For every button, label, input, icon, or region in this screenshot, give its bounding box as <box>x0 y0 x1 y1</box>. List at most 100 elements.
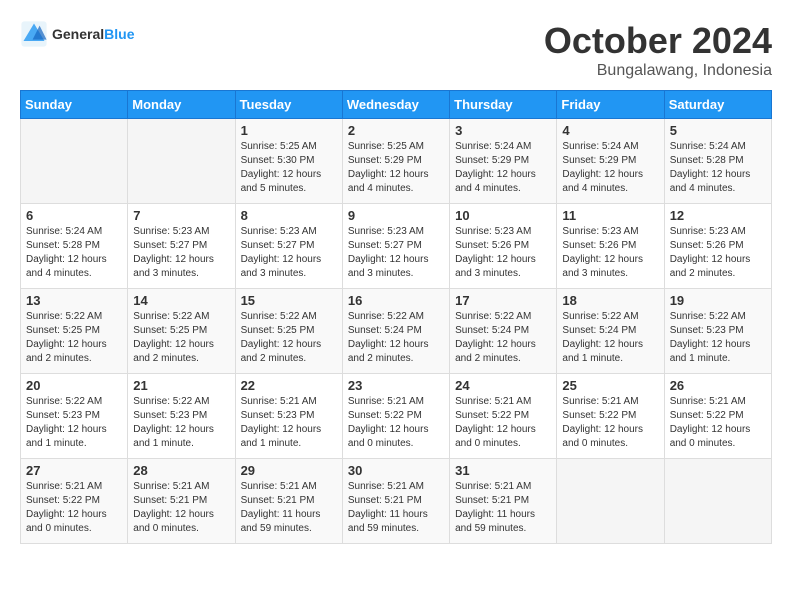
logo: GeneralBlue <box>20 20 134 48</box>
cell-content: Sunrise: 5:24 AM Sunset: 5:29 PM Dayligh… <box>562 140 658 196</box>
cell-content: Sunrise: 5:22 AM Sunset: 5:24 PM Dayligh… <box>562 310 658 366</box>
logo-icon <box>20 20 48 48</box>
cell-content: Sunrise: 5:21 AM Sunset: 5:23 PM Dayligh… <box>241 395 337 451</box>
day-number: 2 <box>348 123 444 138</box>
day-number: 28 <box>133 463 229 478</box>
calendar-header-row: SundayMondayTuesdayWednesdayThursdayFrid… <box>21 91 772 119</box>
page-header: GeneralBlue October 2024 Bungalawang, In… <box>20 20 772 80</box>
day-number: 6 <box>26 208 122 223</box>
day-number: 19 <box>670 293 766 308</box>
calendar-cell: 18 Sunrise: 5:22 AM Sunset: 5:24 PM Dayli… <box>557 289 664 374</box>
day-number: 29 <box>241 463 337 478</box>
cell-content: Sunrise: 5:22 AM Sunset: 5:25 PM Dayligh… <box>133 310 229 366</box>
calendar-cell: 28 Sunrise: 5:21 AM Sunset: 5:21 PM Dayli… <box>128 459 235 544</box>
calendar-cell: 9 Sunrise: 5:23 AM Sunset: 5:27 PM Daylig… <box>342 204 449 289</box>
cell-content: Sunrise: 5:21 AM Sunset: 5:22 PM Dayligh… <box>348 395 444 451</box>
day-number: 30 <box>348 463 444 478</box>
day-number: 26 <box>670 378 766 393</box>
calendar-cell: 4 Sunrise: 5:24 AM Sunset: 5:29 PM Daylig… <box>557 119 664 204</box>
calendar-cell: 3 Sunrise: 5:24 AM Sunset: 5:29 PM Daylig… <box>450 119 557 204</box>
day-number: 20 <box>26 378 122 393</box>
day-number: 5 <box>670 123 766 138</box>
day-of-week-header: Wednesday <box>342 91 449 119</box>
calendar-cell: 24Sunrise: 5:21 AM Sunset: 5:22 PM Dayli… <box>450 374 557 459</box>
day-number: 24 <box>455 378 551 393</box>
calendar-cell: 8Sunrise: 5:23 AM Sunset: 5:27 PM Daylig… <box>235 204 342 289</box>
cell-content: Sunrise: 5:24 AM Sunset: 5:28 PM Dayligh… <box>26 225 122 281</box>
day-number: 10 <box>455 208 551 223</box>
calendar-cell: 16Sunrise: 5:22 AM Sunset: 5:24 PM Dayli… <box>342 289 449 374</box>
cell-content: Sunrise: 5:25 AM Sunset: 5:30 PM Dayligh… <box>241 140 337 196</box>
calendar-week-row: 13 Sunrise: 5:22 AM Sunset: 5:25 PM Dayli… <box>21 289 772 374</box>
cell-content: Sunrise: 5:21 AM Sunset: 5:21 PM Dayligh… <box>133 480 229 536</box>
day-number: 22 <box>241 378 337 393</box>
day-of-week-header: Saturday <box>664 91 771 119</box>
cell-content: Sunrise: 5:23 AM Sunset: 5:27 PM Dayligh… <box>348 225 444 281</box>
cell-content: Sunrise: 5:23 AM Sunset: 5:26 PM Dayligh… <box>455 225 551 281</box>
day-number: 13 <box>26 293 122 308</box>
day-of-week-header: Tuesday <box>235 91 342 119</box>
day-of-week-header: Sunday <box>21 91 128 119</box>
cell-content: Sunrise: 5:22 AM Sunset: 5:25 PM Dayligh… <box>26 310 122 366</box>
calendar-cell: 31 Sunrise: 5:21 AM Sunset: 5:21 PM Dayli… <box>450 459 557 544</box>
title-section: October 2024 Bungalawang, Indonesia <box>544 20 772 80</box>
calendar-cell: 2 Sunrise: 5:25 AM Sunset: 5:29 PM Daylig… <box>342 119 449 204</box>
cell-content: Sunrise: 5:21 AM Sunset: 5:21 PM Dayligh… <box>455 480 551 536</box>
cell-content: Sunrise: 5:22 AM Sunset: 5:23 PM Dayligh… <box>133 395 229 451</box>
calendar-cell <box>557 459 664 544</box>
cell-content: Sunrise: 5:21 AM Sunset: 5:22 PM Dayligh… <box>670 395 766 451</box>
calendar-cell: 30 Sunrise: 5:21 AM Sunset: 5:21 PM Dayli… <box>342 459 449 544</box>
cell-content: Sunrise: 5:22 AM Sunset: 5:25 PM Dayligh… <box>241 310 337 366</box>
calendar-body: 1 Sunrise: 5:25 AM Sunset: 5:30 PM Daylig… <box>21 119 772 544</box>
cell-content: Sunrise: 5:22 AM Sunset: 5:23 PM Dayligh… <box>670 310 766 366</box>
cell-content: Sunrise: 5:22 AM Sunset: 5:24 PM Dayligh… <box>455 310 551 366</box>
cell-content: Sunrise: 5:25 AM Sunset: 5:29 PM Dayligh… <box>348 140 444 196</box>
day-number: 1 <box>241 123 337 138</box>
calendar-cell: 22 Sunrise: 5:21 AM Sunset: 5:23 PM Dayli… <box>235 374 342 459</box>
cell-content: Sunrise: 5:22 AM Sunset: 5:23 PM Dayligh… <box>26 395 122 451</box>
calendar-cell: 19 Sunrise: 5:22 AM Sunset: 5:23 PM Dayli… <box>664 289 771 374</box>
calendar-cell: 13 Sunrise: 5:22 AM Sunset: 5:25 PM Dayli… <box>21 289 128 374</box>
calendar-cell: 15 Sunrise: 5:22 AM Sunset: 5:25 PM Dayli… <box>235 289 342 374</box>
calendar-cell <box>664 459 771 544</box>
day-number: 18 <box>562 293 658 308</box>
cell-content: Sunrise: 5:21 AM Sunset: 5:21 PM Dayligh… <box>348 480 444 536</box>
day-number: 25 <box>562 378 658 393</box>
cell-content: Sunrise: 5:23 AM Sunset: 5:26 PM Dayligh… <box>562 225 658 281</box>
cell-content: Sunrise: 5:22 AM Sunset: 5:24 PM Dayligh… <box>348 310 444 366</box>
calendar-week-row: 1 Sunrise: 5:25 AM Sunset: 5:30 PM Daylig… <box>21 119 772 204</box>
location: Bungalawang, Indonesia <box>544 62 772 80</box>
calendar-cell: 23 Sunrise: 5:21 AM Sunset: 5:22 PM Dayli… <box>342 374 449 459</box>
calendar-cell: 1 Sunrise: 5:25 AM Sunset: 5:30 PM Daylig… <box>235 119 342 204</box>
calendar-cell: 29 Sunrise: 5:21 AM Sunset: 5:21 PM Dayli… <box>235 459 342 544</box>
calendar-table: SundayMondayTuesdayWednesdayThursdayFrid… <box>20 90 772 544</box>
calendar-week-row: 27Sunrise: 5:21 AM Sunset: 5:22 PM Dayli… <box>21 459 772 544</box>
calendar-cell: 14 Sunrise: 5:22 AM Sunset: 5:25 PM Dayli… <box>128 289 235 374</box>
logo-text: GeneralBlue <box>52 26 134 42</box>
day-number: 3 <box>455 123 551 138</box>
calendar-week-row: 6 Sunrise: 5:24 AM Sunset: 5:28 PM Daylig… <box>21 204 772 289</box>
calendar-cell: 20 Sunrise: 5:22 AM Sunset: 5:23 PM Dayli… <box>21 374 128 459</box>
cell-content: Sunrise: 5:23 AM Sunset: 5:27 PM Dayligh… <box>241 225 337 281</box>
cell-content: Sunrise: 5:24 AM Sunset: 5:28 PM Dayligh… <box>670 140 766 196</box>
cell-content: Sunrise: 5:21 AM Sunset: 5:21 PM Dayligh… <box>241 480 337 536</box>
calendar-week-row: 20 Sunrise: 5:22 AM Sunset: 5:23 PM Dayli… <box>21 374 772 459</box>
day-number: 14 <box>133 293 229 308</box>
month-title: October 2024 <box>544 20 772 62</box>
cell-content: Sunrise: 5:21 AM Sunset: 5:22 PM Dayligh… <box>562 395 658 451</box>
cell-content: Sunrise: 5:21 AM Sunset: 5:22 PM Dayligh… <box>26 480 122 536</box>
day-number: 17 <box>455 293 551 308</box>
calendar-cell: 25 Sunrise: 5:21 AM Sunset: 5:22 PM Dayli… <box>557 374 664 459</box>
calendar-cell: 11Sunrise: 5:23 AM Sunset: 5:26 PM Dayli… <box>557 204 664 289</box>
calendar-cell: 26 Sunrise: 5:21 AM Sunset: 5:22 PM Dayli… <box>664 374 771 459</box>
day-number: 21 <box>133 378 229 393</box>
day-number: 23 <box>348 378 444 393</box>
day-number: 4 <box>562 123 658 138</box>
calendar-cell: 21 Sunrise: 5:22 AM Sunset: 5:23 PM Dayli… <box>128 374 235 459</box>
cell-content: Sunrise: 5:23 AM Sunset: 5:26 PM Dayligh… <box>670 225 766 281</box>
day-number: 9 <box>348 208 444 223</box>
cell-content: Sunrise: 5:24 AM Sunset: 5:29 PM Dayligh… <box>455 140 551 196</box>
day-number: 15 <box>241 293 337 308</box>
calendar-cell: 7Sunrise: 5:23 AM Sunset: 5:27 PM Daylig… <box>128 204 235 289</box>
day-number: 31 <box>455 463 551 478</box>
